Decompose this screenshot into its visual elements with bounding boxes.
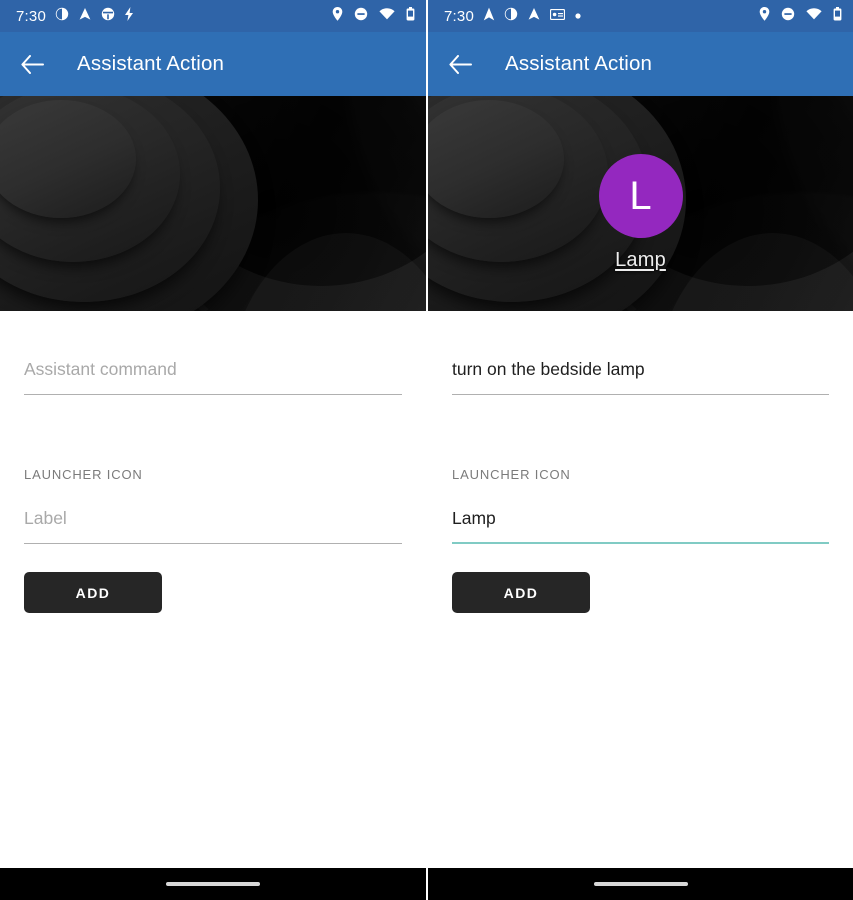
home-gesture-pill[interactable] [593, 882, 688, 886]
field-underline [452, 394, 829, 395]
label-field[interactable]: Lamp [452, 482, 829, 544]
screen-left: 7:30 Assistant Action Assistant command … [0, 0, 426, 900]
bolt-icon [124, 6, 134, 26]
dual-screenshot-container: 7:30 Assistant Action Assistant command … [0, 0, 853, 900]
do-not-disturb-icon [781, 7, 795, 26]
steering-wheel-icon [101, 7, 115, 26]
home-gesture-pill[interactable] [166, 882, 260, 886]
launcher-icon-section-label: LAUNCHER ICON [452, 467, 571, 482]
triangle-a-icon [527, 7, 541, 26]
assistant-command-field[interactable]: Assistant command [24, 311, 402, 395]
wallpaper-art [0, 96, 426, 311]
launcher-icon-avatar[interactable]: L [598, 154, 683, 238]
status-left-icons [55, 6, 134, 26]
status-bar-right: 7:30 [428, 0, 853, 32]
wallpaper-preview-right[interactable]: L Lamp [428, 96, 853, 311]
label-field[interactable]: Label [24, 482, 402, 544]
page-title: Assistant Action [77, 52, 225, 75]
back-arrow-icon[interactable] [18, 50, 46, 78]
field-underline [24, 394, 402, 395]
add-button[interactable]: ADD [24, 572, 162, 613]
form-body-left: Assistant command LAUNCHER ICON Label AD… [0, 311, 426, 868]
location-pin-icon [332, 6, 343, 26]
location-pin-icon [759, 6, 770, 26]
nav-bar-right [428, 868, 853, 900]
launcher-icon-label: Lamp [615, 249, 666, 271]
half-circle-icon [55, 7, 69, 26]
status-right-icons [759, 6, 842, 26]
assistant-command-field[interactable]: turn on the bedside lamp [452, 311, 829, 395]
wifi-icon [379, 7, 395, 25]
launcher-icon-section-label: LAUNCHER ICON [24, 467, 143, 482]
wifi-icon [806, 7, 822, 25]
screen-right: 7:30 Assistant Action L Lamp turn on the… [426, 0, 853, 900]
back-arrow-icon[interactable] [446, 50, 474, 78]
assistant-command-input[interactable]: turn on the bedside lamp [452, 357, 829, 381]
status-time: 7:30 [444, 7, 474, 25]
field-underline-focused [452, 542, 829, 544]
field-underline [24, 543, 402, 544]
form-body-right: turn on the bedside lamp LAUNCHER ICON L… [428, 311, 853, 868]
app-bar-right: Assistant Action [428, 32, 853, 96]
status-time: 7:30 [16, 7, 46, 25]
wallpaper-preview-left[interactable] [0, 96, 426, 311]
battery-icon [406, 6, 415, 26]
triangle-a-icon [78, 7, 92, 26]
nav-bar-left [0, 868, 426, 900]
app-bar-left: Assistant Action [0, 32, 426, 96]
id-card-icon [549, 7, 566, 25]
dot-icon [574, 7, 582, 25]
add-button[interactable]: ADD [452, 572, 590, 613]
half-circle-icon [504, 7, 518, 26]
page-title: Assistant Action [505, 52, 653, 75]
label-input[interactable]: Lamp [452, 506, 829, 530]
assistant-command-input[interactable]: Assistant command [24, 357, 402, 381]
do-not-disturb-icon [354, 7, 368, 26]
status-left-icons [483, 7, 582, 26]
status-bar-left: 7:30 [0, 0, 426, 32]
navigation-arrow-icon [483, 7, 495, 26]
launcher-icon-preview[interactable]: L Lamp [598, 154, 683, 272]
label-input[interactable]: Label [24, 506, 402, 530]
status-right-icons [332, 6, 415, 26]
battery-icon [833, 6, 842, 26]
